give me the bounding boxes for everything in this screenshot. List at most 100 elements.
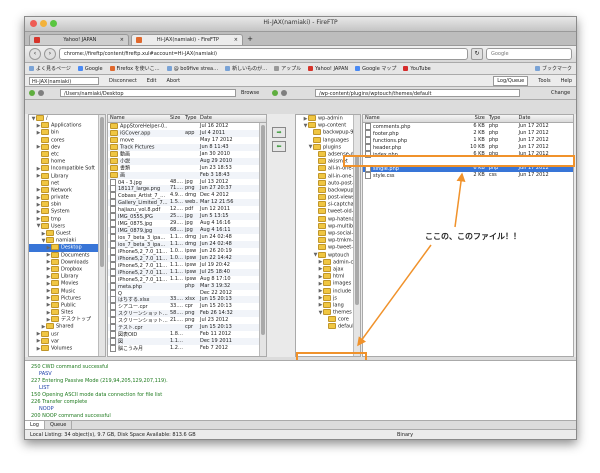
tree-item[interactable]: ▶ Music <box>29 287 105 295</box>
remote-path-input[interactable]: /wp-content/plugins/wptouch/themes/defau… <box>315 89 520 97</box>
scroll-thumb[interactable] <box>261 125 265 335</box>
tree-item[interactable]: ▶ Volumes <box>29 345 105 352</box>
column-header-name[interactable]: Name <box>108 115 168 122</box>
table-row[interactable]: スクリーンショット… 58.… png Feb 26 14:32 <box>108 310 266 318</box>
tree-item[interactable]: si-captcha-for-wordpr <box>296 201 360 208</box>
table-row[interactable]: 図表OID 1.8… Feb 11 2012 <box>108 331 266 339</box>
table-row[interactable]: 脳こうみ月 1.2… Feb 7 2012 <box>108 345 266 352</box>
table-row[interactable]: はちする.xlsx 33.… xlsx Jun 15 20:13 <box>108 296 266 304</box>
tree-item[interactable]: ▼ namiaki <box>29 237 105 244</box>
table-row[interactable]: iGCover.app app Jul 4 2011 <box>108 129 266 137</box>
tree-item[interactable]: ▶ Desktop <box>29 244 105 252</box>
disconnect-button[interactable]: Disconnect <box>109 78 137 84</box>
local-refresh-icon[interactable] <box>29 90 35 96</box>
table-row[interactable]: functions.php 1 KB php Jun 17 2012 <box>363 136 573 144</box>
tree-item[interactable]: ▶ Library <box>29 172 105 180</box>
table-row[interactable]: 動画 Jan 30 2010 <box>108 150 266 158</box>
tree-item[interactable]: languages <box>296 136 360 144</box>
remote-tree-scrollbar[interactable] <box>353 115 360 356</box>
forward-button[interactable]: › <box>44 48 56 60</box>
bookmark-item[interactable]: Google <box>77 66 103 72</box>
tree-item[interactable]: ▶ sbin <box>29 201 105 208</box>
bookmark-item[interactable]: Yahoo! JAPAN <box>308 66 348 72</box>
column-header-name[interactable]: Name <box>363 115 462 122</box>
table-row[interactable]: 書類 Jun 23 18:53 <box>108 164 266 172</box>
table-row[interactable]: シアユー.cpr 33.… cpr Jun 15 20:13 <box>108 303 266 311</box>
table-row[interactable]: iPhone5,2_7.0_11… 1.1… ipsw Jul 25 18:40 <box>108 268 266 276</box>
tree-item[interactable]: wp-multibyte-patch <box>296 222 360 230</box>
table-row[interactable]: 画 Feb 3 18:43 <box>108 171 266 179</box>
browse-button[interactable]: Browse <box>241 89 259 97</box>
tree-item[interactable]: ▼ Users <box>29 222 105 230</box>
table-row[interactable]: 小説 Aug 29 2010 <box>108 157 266 165</box>
bookmarks-menu[interactable]: ブックマーク <box>534 65 572 72</box>
tree-item[interactable]: ▶ Documents <box>29 251 105 259</box>
table-row[interactable]: iPhone5,2_7.0_11… 1.0… ipsw Jun 22 14:42 <box>108 254 266 262</box>
table-row[interactable]: Track Pictures Jun 8 11:43 <box>108 143 266 151</box>
log-queue-button[interactable]: Log/Queue <box>493 75 529 86</box>
tree-item[interactable]: wp-tmkm-amazon <box>296 237 360 244</box>
new-tab-button[interactable]: + <box>245 35 255 45</box>
table-row[interactable]: meta.php php Mar 3 19:32 <box>108 282 266 290</box>
close-icon[interactable]: × <box>234 37 238 43</box>
local-tree-scrollbar[interactable] <box>98 115 105 356</box>
change-button[interactable]: Change <box>551 89 570 97</box>
scroll-thumb[interactable] <box>355 155 359 305</box>
local-up-icon[interactable] <box>38 90 44 96</box>
tree-item[interactable]: ▶ System <box>29 208 105 215</box>
tree-item[interactable]: ▶ bin <box>29 129 105 136</box>
remote-refresh-icon[interactable] <box>272 90 278 96</box>
tree-item[interactable]: ▼ wp-content <box>296 122 360 129</box>
remote-tree[interactable]: ▶wp-admin▼wp-contentbackwpup-98372-logsl… <box>295 114 361 357</box>
local-path-input[interactable]: /Users/namiaki/Desktop <box>60 89 236 97</box>
account-select[interactable]: Hi-JAX(namiaki) <box>29 76 99 85</box>
column-header-type[interactable]: Type <box>183 115 198 122</box>
column-header-size[interactable]: Size <box>462 115 487 122</box>
table-row[interactable]: style.css 2 KB css Jun 17 2012 <box>363 171 573 179</box>
tree-item[interactable]: wp-hatena <box>296 215 360 223</box>
tools-menu[interactable]: Tools <box>538 78 550 84</box>
column-header-date[interactable]: Date <box>517 115 573 122</box>
tree-item[interactable]: ▶ admin-css <box>296 258 360 266</box>
table-row[interactable]: テスト.cpr cpr Jun 15 20:13 <box>108 324 266 332</box>
tree-item[interactable]: ▶ Incompatible Soft <box>29 165 105 172</box>
column-header-type[interactable]: Type <box>487 115 517 122</box>
tree-item[interactable]: core <box>296 316 360 323</box>
tree-item[interactable]: ▼ wptouch <box>296 251 360 259</box>
back-button[interactable]: ‹ <box>29 48 41 60</box>
tree-item[interactable]: ▶ include <box>296 287 360 295</box>
tree-item[interactable]: auto-post-thumbnail <box>296 179 360 187</box>
column-header-date[interactable]: Date <box>198 115 258 122</box>
bookmark-item[interactable]: YouTube <box>403 66 431 72</box>
tree-item[interactable]: ▶ private <box>29 194 105 201</box>
table-row[interactable]: IMG_0879.jpg 68.… jpg Aug 4 16:11 <box>108 227 266 234</box>
bookmark-item[interactable]: Google マップ <box>355 65 396 72</box>
tree-item[interactable]: backwpup <box>296 186 360 194</box>
table-row[interactable]: move May 17 2012 <box>108 136 266 144</box>
bookmark-item[interactable]: アップル <box>274 65 301 72</box>
tree-item[interactable]: ▶ Downloads <box>29 258 105 266</box>
tab-yahoo[interactable]: Yahoo! JAPAN × <box>29 34 129 45</box>
tree-item[interactable]: ▶ Applications <box>29 122 105 129</box>
tree-item[interactable]: ▶ lang <box>296 301 360 309</box>
tree-item[interactable]: net <box>29 179 105 187</box>
tree-item[interactable]: ▶ Pictures <box>29 294 105 302</box>
table-row[interactable]: Q Dec 22 2012 <box>108 289 266 297</box>
tree-item[interactable]: ▶ js <box>296 294 360 302</box>
tree-item[interactable]: ▶ wp-admin <box>296 115 360 122</box>
bookmark-item[interactable]: よく見るページ <box>29 65 71 72</box>
tree-item[interactable]: ▶ ajax <box>296 265 360 273</box>
tree-item[interactable]: wp-tweet-button <box>296 244 360 251</box>
table-row[interactable]: hajiazu_vol.8.pdf 12.… pdf Jun 12 2011 <box>108 206 266 214</box>
tree-item[interactable]: ▼ themes <box>296 309 360 316</box>
bookmark-item[interactable]: Firefox を使いこ… <box>109 65 160 72</box>
table-row[interactable]: header.php 10 KB php Jun 17 2012 <box>363 143 573 151</box>
table-row[interactable]: comments.php 6 KB php Jun 17 2012 <box>363 123 573 130</box>
tree-item[interactable]: wp-social-bookmarkir <box>296 230 360 237</box>
tree-item[interactable]: ▶ html <box>296 273 360 280</box>
tree-item[interactable]: ▶ Sites <box>29 309 105 316</box>
tree-item[interactable]: ▶ Dropbox <box>29 265 105 273</box>
tree-item[interactable]: etc <box>29 150 105 158</box>
tab-fireftp[interactable]: Hi-JAX(namiaki) - FireFTP × <box>131 34 243 45</box>
table-row[interactable]: iPhone5,2_7.0_11… 1.1… ipsw Jul 19 20:42 <box>108 261 266 269</box>
